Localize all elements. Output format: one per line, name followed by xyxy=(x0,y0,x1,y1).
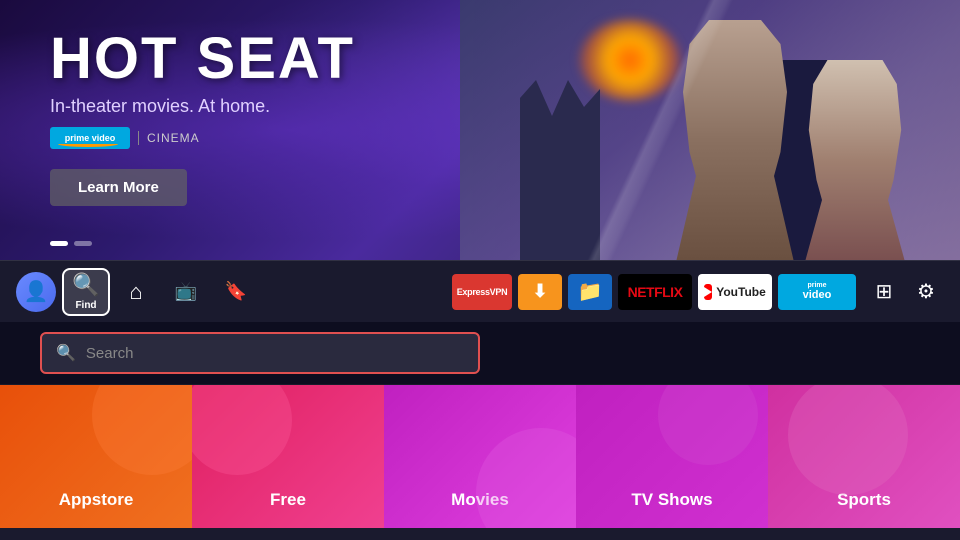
avatar-icon: 👤 xyxy=(24,279,49,304)
learn-more-button[interactable]: Learn More xyxy=(50,169,187,206)
prime-video-logo: prime video xyxy=(50,127,130,149)
home-button[interactable]: ⌂ xyxy=(112,268,160,316)
home-icon: ⌂ xyxy=(129,279,142,305)
search-box[interactable]: 🔍 Search xyxy=(40,332,480,374)
hero-banner: HOT SEAT In-theater movies. At home. pri… xyxy=(0,0,960,260)
app-downloader[interactable]: ⬇ xyxy=(518,274,562,310)
hero-image-bg xyxy=(460,0,960,260)
app-expressvpn[interactable]: ExpressVPN xyxy=(452,274,512,310)
live-tv-button[interactable]: 📺 xyxy=(162,268,210,316)
watchlist-button[interactable]: 🔖 xyxy=(212,268,260,316)
app-youtube[interactable]: YouTube xyxy=(698,274,772,310)
expressvpn-logo: ExpressVPN xyxy=(457,287,508,297)
search-area: 🔍 Search xyxy=(0,322,960,385)
gear-icon: ⚙ xyxy=(917,279,935,304)
category-free[interactable]: Free xyxy=(192,385,384,528)
hero-subtitle: In-theater movies. At home. xyxy=(50,96,355,117)
navigation-bar: 👤 🔍 Find ⌂ 📺 🔖 ExpressVPN ⬇ xyxy=(0,260,960,322)
category-free-label: Free xyxy=(270,490,306,510)
nav-left: 👤 🔍 Find ⌂ 📺 🔖 xyxy=(16,268,260,316)
cinema-badge: CINEMA xyxy=(138,131,200,145)
free-decoration xyxy=(192,385,292,475)
category-appstore-label: Appstore xyxy=(59,490,134,510)
youtube-play-triangle xyxy=(704,287,712,297)
hero-title: HOT SEAT xyxy=(50,30,355,88)
hero-pagination xyxy=(50,241,92,246)
app-netflix[interactable]: NETFLIX xyxy=(618,274,692,310)
search-input[interactable]: Search xyxy=(86,345,134,362)
nav-extra-buttons: ⊞ ⚙ xyxy=(866,274,944,310)
hero-dot-1[interactable] xyxy=(50,241,68,246)
prime-label-sm: prime xyxy=(807,282,826,289)
downloader-icon: ⬇ xyxy=(532,281,547,302)
slash-overlay xyxy=(460,0,960,260)
app-prime-video[interactable]: prime video xyxy=(778,274,856,310)
prime-label-lg: video xyxy=(803,289,832,301)
find-button[interactable]: 🔍 Find xyxy=(62,268,110,316)
files-icon: 📁 xyxy=(578,279,603,304)
app-shortcuts: ExpressVPN ⬇ 📁 NETFLIX YouTube prime vid… xyxy=(452,274,856,310)
settings-button[interactable]: ⚙ xyxy=(908,274,944,310)
hero-image xyxy=(460,0,960,260)
search-nav-icon: 🔍 xyxy=(72,272,99,298)
search-icon: 🔍 xyxy=(56,343,76,363)
user-avatar[interactable]: 👤 xyxy=(16,272,56,312)
netflix-logo: NETFLIX xyxy=(628,284,683,300)
movies-decoration xyxy=(476,428,576,528)
hero-brand: prime video CINEMA xyxy=(50,127,355,149)
category-appstore[interactable]: Appstore xyxy=(0,385,192,528)
category-tvshows[interactable]: TV Shows xyxy=(576,385,768,528)
category-sports[interactable]: Sports xyxy=(768,385,960,528)
tvshows-decoration xyxy=(658,385,758,465)
appstore-decoration xyxy=(92,385,192,475)
youtube-icon xyxy=(704,284,712,300)
hero-content: HOT SEAT In-theater movies. At home. pri… xyxy=(50,30,355,206)
youtube-label: YouTube xyxy=(716,285,766,299)
apps-grid-button[interactable]: ⊞ xyxy=(866,274,902,310)
find-label: Find xyxy=(75,300,96,311)
app-files[interactable]: 📁 xyxy=(568,274,612,310)
category-movies[interactable]: Movies xyxy=(384,385,576,528)
bookmark-icon: 🔖 xyxy=(225,281,247,302)
tv-icon: 📺 xyxy=(175,281,197,302)
category-grid: Appstore Free Movies TV Shows Sports xyxy=(0,385,960,528)
hero-dot-2[interactable] xyxy=(74,241,92,246)
sports-decoration xyxy=(788,385,908,495)
category-tvshows-label: TV Shows xyxy=(631,490,712,510)
grid-icon: ⊞ xyxy=(876,279,893,304)
